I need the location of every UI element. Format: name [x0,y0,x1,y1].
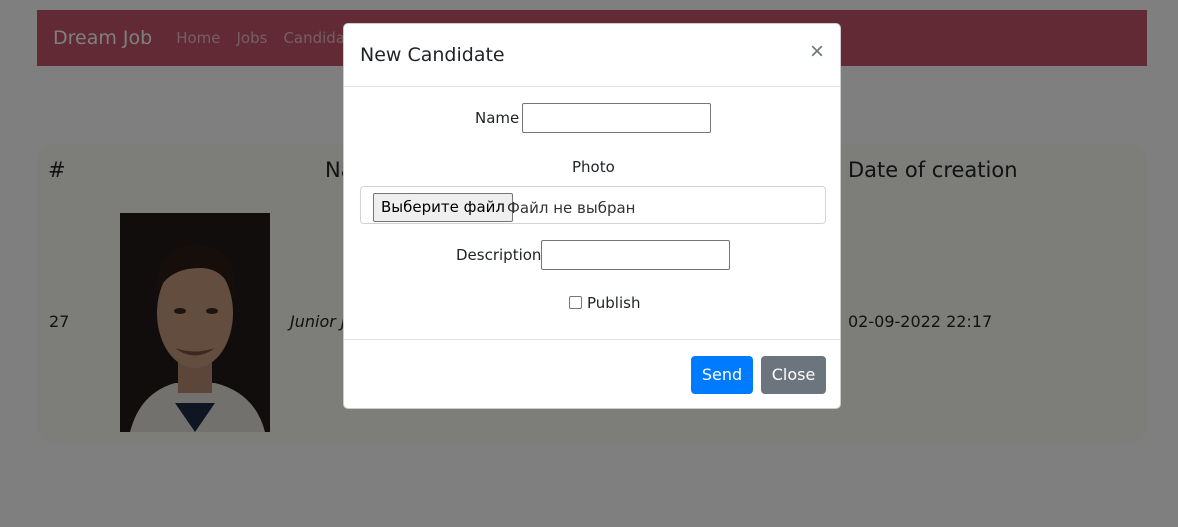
publish-label: Publish [587,294,641,312]
modal-footer: Send Close [344,339,840,410]
name-label: Name [475,109,520,127]
name-input[interactable] [522,103,711,133]
photo-label: Photo [572,158,615,176]
description-input[interactable] [541,240,730,270]
file-status: Файл не выбран [507,199,636,217]
new-candidate-modal: New Candidate × Name Photo Выберите файл… [343,23,841,409]
modal-header: New Candidate × [344,24,840,87]
modal-title: New Candidate [360,44,505,66]
description-label: Description [456,246,542,264]
choose-file-button[interactable]: Выберите файл [373,193,513,222]
send-button[interactable]: Send [691,356,753,394]
publish-checkbox[interactable] [569,296,582,309]
close-icon[interactable]: × [810,40,824,64]
close-button[interactable]: Close [761,356,826,394]
photo-file-input[interactable]: Выберите файл Файл не выбран [360,186,826,224]
